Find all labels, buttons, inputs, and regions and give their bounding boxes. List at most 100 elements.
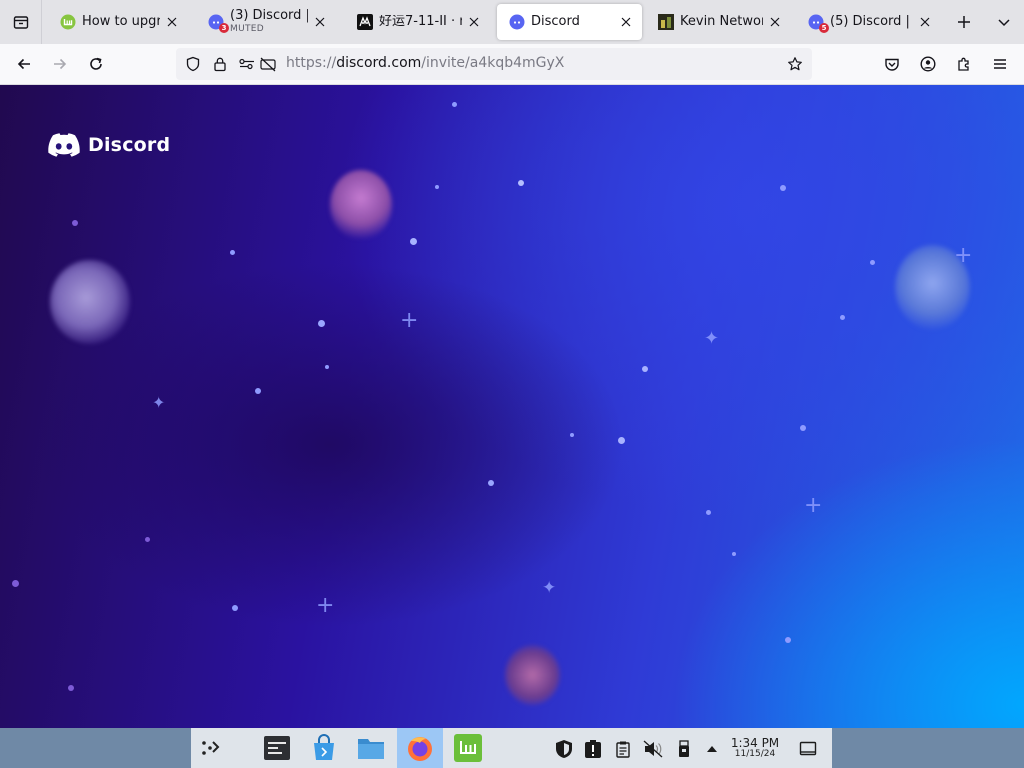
floating-planet-decoration xyxy=(505,645,560,705)
sparkle-decoration: + xyxy=(400,308,419,333)
bookmark-star-icon[interactable] xyxy=(786,55,804,73)
firefox-taskbar-button[interactable] xyxy=(397,728,443,768)
star-decoration xyxy=(435,185,439,189)
star-decoration xyxy=(318,320,325,327)
firefox-icon xyxy=(408,737,432,761)
permissions-icon[interactable] xyxy=(238,55,256,73)
star-decoration xyxy=(732,552,736,556)
lock-icon[interactable] xyxy=(211,55,229,73)
camera-blocked-icon[interactable] xyxy=(259,55,277,73)
anime-icon xyxy=(357,14,373,30)
url-text[interactable]: https://discord.com/invite/a4kqb4mGyX xyxy=(286,55,564,71)
navigation-toolbar: https://discord.com/invite/a4kqb4mGyX xyxy=(0,44,1024,85)
star-decoration xyxy=(570,433,574,437)
list-all-tabs-button[interactable] xyxy=(990,8,1018,36)
star-decoration xyxy=(488,480,494,486)
clipboard-icon xyxy=(616,741,630,758)
star-decoration xyxy=(452,102,457,107)
sparkle-decoration: + xyxy=(954,243,973,268)
star-decoration xyxy=(68,685,74,691)
tab-discord-active[interactable]: Discord xyxy=(497,4,642,40)
arrow-left-icon xyxy=(17,58,30,70)
star-decoration xyxy=(800,425,806,431)
tracking-protection-shield-icon[interactable] xyxy=(184,55,202,73)
close-tab-icon[interactable] xyxy=(164,14,180,30)
update-tray[interactable] xyxy=(582,738,604,760)
discord-logo[interactable]: Discord xyxy=(48,133,170,157)
plus-icon xyxy=(958,16,970,28)
volume-tray[interactable] xyxy=(642,738,664,760)
files-icon xyxy=(358,739,384,759)
tab-discord-channel[interactable]: 5 (5) Discord | # xyxy=(796,4,941,40)
star-decoration xyxy=(840,315,845,320)
forward-button[interactable] xyxy=(46,50,74,78)
star-decoration xyxy=(230,250,235,255)
extensions-button[interactable] xyxy=(950,50,978,78)
usb-icon xyxy=(679,740,689,757)
file-manager-launcher[interactable] xyxy=(355,732,387,764)
tab-title: Discord xyxy=(531,14,580,29)
show-hidden-icons-button[interactable] xyxy=(701,738,723,760)
pocket-button[interactable] xyxy=(878,50,906,78)
mint-update-icon xyxy=(454,734,482,762)
floating-bag-decoration xyxy=(330,170,392,240)
sparkle-decoration: ✦ xyxy=(704,328,720,349)
app-menu-button[interactable] xyxy=(986,50,1014,78)
url-domain: discord.com xyxy=(336,55,422,71)
tab-title: (5) Discord | # xyxy=(830,14,913,29)
sparkle-decoration: + xyxy=(804,493,823,518)
tray-expand-icon xyxy=(707,746,717,752)
clock-date: 11/15/24 xyxy=(734,749,776,759)
url-bar[interactable]: https://discord.com/invite/a4kqb4mGyX xyxy=(176,48,812,80)
tab-strip: How to upgrade 3 (3) Discord | P MUTED 好… xyxy=(0,0,1024,44)
discord-logo-icon xyxy=(48,133,80,157)
new-tab-button[interactable] xyxy=(950,8,978,36)
start-menu-button[interactable] xyxy=(194,732,226,764)
star-decoration xyxy=(780,185,786,191)
star-decoration xyxy=(410,238,417,245)
tab-kevin-network[interactable]: Kevin Network xyxy=(646,4,791,40)
security-tray[interactable] xyxy=(553,738,575,760)
sparkle-decoration: ✦ xyxy=(542,578,557,598)
chevron-down-icon xyxy=(998,19,1010,27)
notification-badge: 5 xyxy=(819,23,829,33)
url-scheme: https:// xyxy=(286,55,337,71)
account-button[interactable] xyxy=(914,50,942,78)
arrow-right-icon xyxy=(54,58,67,70)
reload-button[interactable] xyxy=(82,50,110,78)
star-decoration xyxy=(642,366,648,372)
tab-title: 好运7-11-II · n xyxy=(379,14,462,29)
reload-icon xyxy=(90,57,102,70)
show-desktop-button[interactable] xyxy=(797,738,819,760)
close-tab-icon[interactable] xyxy=(466,14,482,30)
close-tab-icon[interactable] xyxy=(618,14,634,30)
clock[interactable]: 1:34 PM 11/15/24 xyxy=(728,737,782,759)
discord-red-icon: 3 xyxy=(208,14,229,33)
star-decoration xyxy=(325,365,329,369)
removable-drive-tray[interactable] xyxy=(673,738,695,760)
close-tab-icon[interactable] xyxy=(917,14,933,30)
tab-title: (3) Discord | P xyxy=(230,9,308,24)
back-button[interactable] xyxy=(10,50,38,78)
pocket-icon xyxy=(885,58,899,71)
sparkle-decoration: ✦ xyxy=(152,393,166,412)
tab-discord-muted[interactable]: 3 (3) Discord | P MUTED xyxy=(196,4,336,40)
close-tab-icon[interactable] xyxy=(312,14,328,30)
clock-time: 1:34 PM xyxy=(730,736,780,750)
firefox-view-button[interactable] xyxy=(0,0,42,44)
tab-muted-label: MUTED xyxy=(230,24,264,35)
tab-how-to-upgrade[interactable]: How to upgrade xyxy=(48,4,188,40)
update-manager-launcher[interactable] xyxy=(452,732,484,764)
taskbar: 1:34 PM 11/15/24 xyxy=(191,728,832,768)
star-decoration xyxy=(706,510,711,515)
discord-invite-page: + ✦ ✦ + + ✦ + Discord xyxy=(0,85,1024,728)
tab-anime[interactable]: 好运7-11-II · n xyxy=(345,4,490,40)
tab-overview-icon xyxy=(13,16,28,29)
clipboard-tray[interactable] xyxy=(612,738,634,760)
update-alert-icon xyxy=(585,740,601,758)
terminal-launcher[interactable] xyxy=(261,732,293,764)
star-decoration xyxy=(785,637,791,643)
software-store-launcher[interactable] xyxy=(308,732,340,764)
close-tab-icon[interactable] xyxy=(767,14,783,30)
account-icon xyxy=(920,56,936,72)
